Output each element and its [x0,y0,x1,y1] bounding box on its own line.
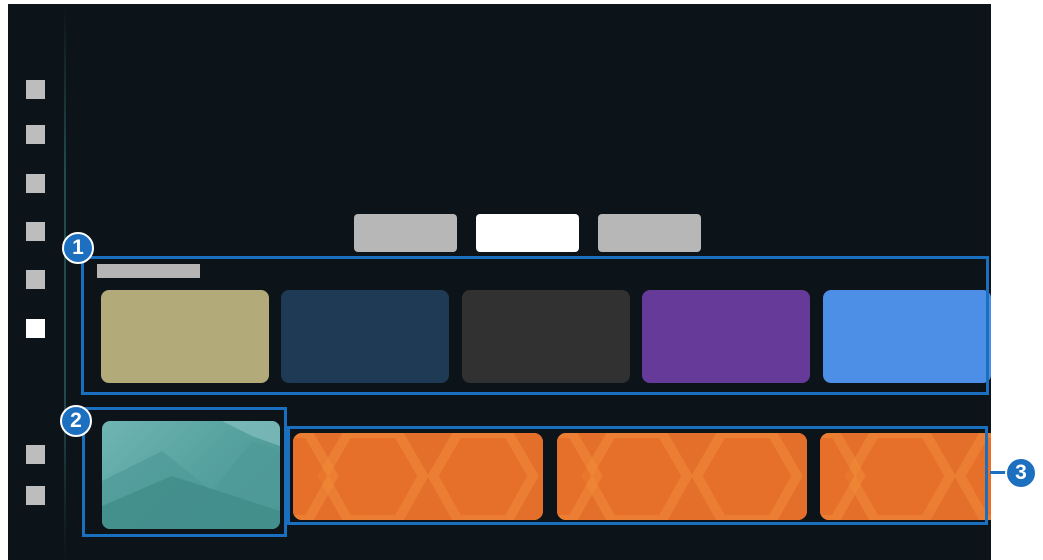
callout-3-connector [990,471,1006,474]
nav-item-active[interactable] [26,319,45,338]
tab-2-selected[interactable] [476,214,579,252]
nav-item-8[interactable] [26,486,45,505]
nav-item-2[interactable] [26,125,45,144]
sidebar-divider [64,4,66,560]
callout-1-badge: 1 [62,232,94,264]
tab-1[interactable] [354,214,457,252]
highlight-box-preview [82,407,287,537]
nav-item-1[interactable] [26,80,45,99]
nav-item-4[interactable] [26,222,45,241]
highlight-box-row-1 [81,256,989,395]
highlight-box-row-2 [287,426,988,525]
callout-2-badge: 2 [60,405,92,437]
callout-3-badge: 3 [1005,457,1037,489]
nav-item-5[interactable] [26,270,45,289]
nav-item-3[interactable] [26,174,45,193]
tab-3[interactable] [598,214,701,252]
nav-item-7[interactable] [26,445,45,464]
